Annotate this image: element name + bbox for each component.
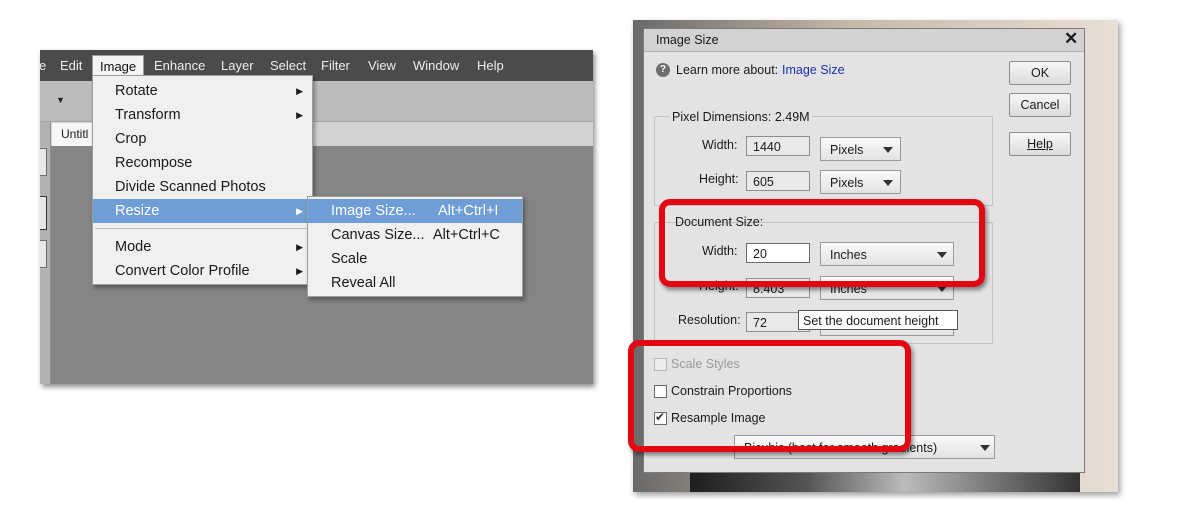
- pixel-width-label: Width:: [702, 138, 738, 152]
- submenu-arrow-icon: ▶: [296, 206, 303, 216]
- menu-item-convert-color-profile[interactable]: Convert Color Profile ▶: [93, 259, 312, 283]
- tool-button[interactable]: [40, 196, 47, 230]
- dialog-title-bar: Image Size ✕: [644, 29, 1084, 52]
- menu-item-label: Crop: [115, 131, 147, 147]
- menu-item-scale[interactable]: Scale: [308, 247, 522, 271]
- tooltip: Set the document height: [798, 310, 958, 330]
- menu-item-label: Scale: [331, 251, 368, 267]
- menu-item-label: Transform: [115, 107, 181, 123]
- menu-edit[interactable]: Edit: [53, 50, 89, 81]
- chevron-down-icon: [980, 445, 990, 451]
- menu-item-label: Image Size...: [331, 203, 416, 219]
- menu-item-label: Reveal All: [331, 275, 396, 291]
- menu-window[interactable]: Window: [406, 50, 466, 81]
- dialog-title: Image Size: [656, 33, 719, 47]
- menu-item-mode[interactable]: Mode ▶: [93, 235, 312, 259]
- learn-more-label: Learn more about:: [676, 63, 779, 77]
- menu-item-label: Mode: [115, 239, 152, 255]
- menu-item-rotate[interactable]: Rotate ▶: [93, 79, 312, 103]
- resolution-label: Resolution:: [678, 313, 741, 327]
- menu-item-crop[interactable]: Crop: [93, 127, 312, 151]
- help-icon: ?: [656, 63, 670, 77]
- pixel-width-field[interactable]: 1440: [746, 136, 810, 156]
- tool-button[interactable]: [40, 240, 47, 268]
- menu-item-canvas-size[interactable]: Canvas Size... Alt+Ctrl+C: [308, 223, 522, 247]
- shortcut-label: Alt+Ctrl+I: [438, 203, 499, 219]
- pixel-width-unit-select[interactable]: Pixels: [820, 137, 901, 161]
- select-value: Pixels: [830, 143, 864, 157]
- learn-more-link[interactable]: Image Size: [782, 63, 845, 77]
- pixel-dimensions-label: Pixel Dimensions: 2.49M: [670, 110, 812, 124]
- menu-item-transform[interactable]: Transform ▶: [93, 103, 312, 127]
- select-value: Pixels: [830, 176, 864, 190]
- image-menu-dropdown: Rotate ▶ Transform ▶ Crop Recompose Divi…: [92, 75, 313, 285]
- menu-item-recompose[interactable]: Recompose: [93, 151, 312, 175]
- menu-item-divide-scanned-photos[interactable]: Divide Scanned Photos: [93, 175, 312, 199]
- menu-item-label: Canvas Size...: [331, 227, 425, 243]
- menu-item-label: Convert Color Profile: [115, 263, 250, 279]
- menu-item-reveal-all[interactable]: Reveal All: [308, 271, 522, 295]
- menu-item-label: Recompose: [115, 155, 193, 171]
- close-icon[interactable]: ✕: [1064, 29, 1078, 49]
- menu-item-label: Resize: [115, 203, 160, 219]
- chevron-down-icon: [883, 180, 893, 186]
- document-size-highlight: [659, 199, 985, 287]
- pixel-height-label: Height:: [699, 172, 739, 186]
- menu-help[interactable]: Help: [470, 50, 511, 81]
- menu-filter[interactable]: Filter: [314, 50, 357, 81]
- submenu-arrow-icon: ▶: [296, 86, 303, 96]
- menu-separator: [95, 228, 310, 229]
- checkbox-options-highlight: [628, 340, 911, 452]
- tool-button[interactable]: [40, 148, 47, 176]
- chevron-down-icon: [883, 147, 893, 153]
- menu-view[interactable]: View: [361, 50, 403, 81]
- pixel-height-unit-select[interactable]: Pixels: [820, 170, 901, 194]
- cancel-button[interactable]: Cancel: [1009, 93, 1071, 117]
- menu-file-partial[interactable]: e: [40, 50, 53, 81]
- submenu-arrow-icon: ▶: [296, 110, 303, 120]
- resize-submenu: Image Size... Alt+Ctrl+I Canvas Size... …: [307, 196, 523, 297]
- pixel-height-field[interactable]: 605: [746, 171, 810, 191]
- help-button[interactable]: Help: [1009, 132, 1071, 156]
- shortcut-label: Alt+Ctrl+C: [433, 227, 500, 243]
- submenu-arrow-icon: ▶: [296, 266, 303, 276]
- menu-item-label: Divide Scanned Photos: [115, 179, 266, 195]
- ok-button[interactable]: OK: [1009, 61, 1071, 85]
- submenu-arrow-icon: ▶: [296, 242, 303, 252]
- menu-item-resize[interactable]: Resize ▶: [93, 199, 312, 223]
- dropdown-arrow-icon[interactable]: ▼: [56, 95, 65, 105]
- menu-item-image-size[interactable]: Image Size... Alt+Ctrl+I: [308, 199, 522, 223]
- menu-item-label: Rotate: [115, 83, 158, 99]
